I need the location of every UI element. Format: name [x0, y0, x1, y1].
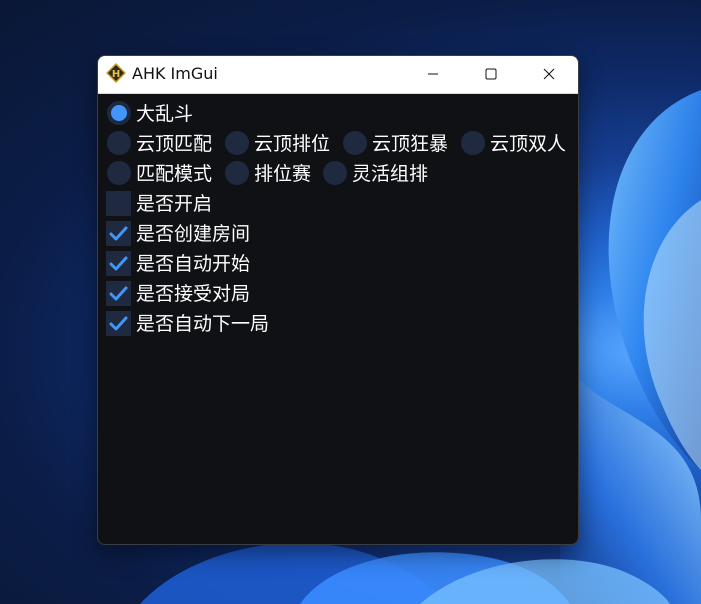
radio-tft-hyper[interactable] — [343, 131, 367, 155]
checkbox-auto-next-label[interactable]: 是否自动下一局 — [136, 313, 269, 335]
maximize-icon — [485, 68, 497, 80]
checkbox-auto-start[interactable] — [106, 251, 131, 276]
close-icon — [543, 68, 555, 80]
checkbox-create-room-label[interactable]: 是否创建房间 — [136, 223, 250, 245]
minimize-icon — [428, 73, 438, 75]
checkbox-auto-start-label[interactable]: 是否自动开始 — [136, 253, 250, 275]
checkmark-icon — [109, 226, 128, 241]
minimize-button[interactable] — [404, 56, 462, 92]
radio-tft-normal[interactable] — [107, 131, 131, 155]
close-button[interactable] — [520, 56, 578, 92]
checkbox-accept-match[interactable] — [106, 281, 131, 306]
desktop-background: H AHK ImGui 大乱斗 云顶匹配 云顶排位 云顶狂暴 云顶双人 匹配模式… — [0, 0, 701, 604]
window-content: 大乱斗 云顶匹配 云顶排位 云顶狂暴 云顶双人 匹配模式 排位赛 灵活组排 是否… — [98, 93, 578, 544]
radio-queue-ranked[interactable] — [225, 161, 249, 185]
maximize-button[interactable] — [462, 56, 520, 92]
radio-tft-double-label[interactable]: 云顶双人 — [490, 133, 566, 155]
checkmark-icon — [109, 316, 128, 331]
checkmark-icon — [109, 286, 128, 301]
radio-tft-double[interactable] — [461, 131, 485, 155]
checkbox-create-room[interactable] — [106, 221, 131, 246]
checkbox-enable[interactable] — [106, 191, 131, 216]
checkbox-enable-label[interactable]: 是否开启 — [136, 193, 212, 215]
checkmark-icon — [109, 256, 128, 271]
checkbox-auto-next[interactable] — [106, 311, 131, 336]
title-bar[interactable]: H AHK ImGui — [98, 56, 578, 94]
radio-tft-hyper-label[interactable]: 云顶狂暴 — [372, 133, 448, 155]
ahk-app-icon: H — [106, 63, 126, 83]
radio-tft-ranked[interactable] — [225, 131, 249, 155]
radio-queue-flex-label[interactable]: 灵活组排 — [352, 163, 428, 185]
radio-tft-ranked-label[interactable]: 云顶排位 — [254, 133, 330, 155]
radio-queue-ranked-label[interactable]: 排位赛 — [254, 163, 311, 185]
radio-queue-flex[interactable] — [323, 161, 347, 185]
svg-text:H: H — [112, 69, 120, 80]
radio-tft-normal-label[interactable]: 云顶匹配 — [136, 133, 212, 155]
imgui-window: H AHK ImGui 大乱斗 云顶匹配 云顶排位 云顶狂暴 云顶双人 匹配模式… — [97, 55, 579, 545]
checkbox-accept-match-label[interactable]: 是否接受对局 — [136, 283, 250, 305]
radio-queue-normal[interactable] — [107, 161, 131, 185]
radio-queue-normal-label[interactable]: 匹配模式 — [136, 163, 212, 185]
radio-mode-main-label[interactable]: 大乱斗 — [136, 103, 193, 125]
window-title: AHK ImGui — [132, 64, 218, 83]
radio-mode-main[interactable] — [107, 101, 131, 125]
